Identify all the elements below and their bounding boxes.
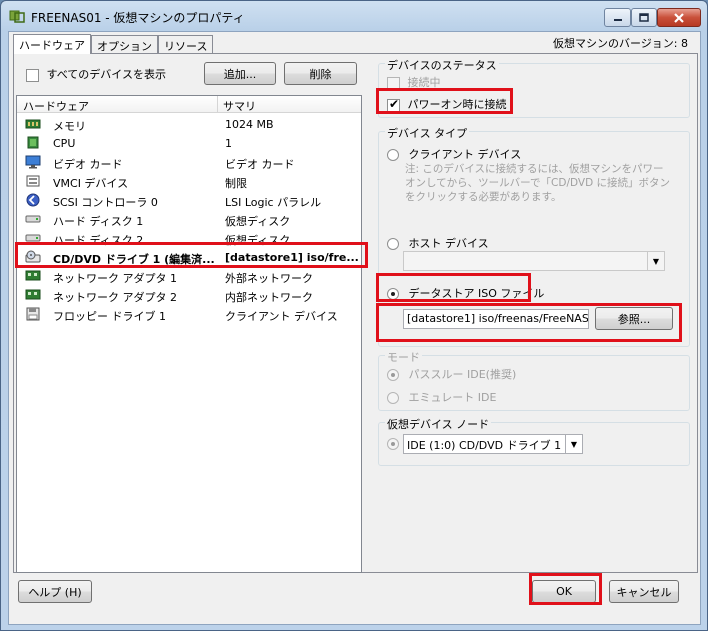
tab-resources[interactable]: リソース <box>158 35 214 54</box>
hardware-summary: 1 <box>225 137 232 150</box>
mode-group: モード パススルー IDE(推奨) エミュレート IDE <box>378 349 690 411</box>
hardware-name: ハード ディスク 1 <box>53 215 144 228</box>
hardware-name: ビデオ カード <box>53 158 123 171</box>
highlight-ok-button <box>529 573 602 605</box>
host-device-label: ホスト デバイス <box>408 237 489 250</box>
client-device-radio-button[interactable] <box>387 149 399 161</box>
host-device-radio-button[interactable] <box>387 238 399 250</box>
show-all-checkbox-box[interactable] <box>26 68 39 82</box>
dropdown-arrow-icon: ▼ <box>565 435 582 453</box>
tab-options[interactable]: オプション <box>91 35 158 54</box>
hardware-row-network-adapter-1[interactable]: ネットワーク アダプタ 1 外部ネットワーク <box>17 267 361 286</box>
hardware-name: メモリ <box>53 120 86 133</box>
virtual-device-node-radio <box>387 438 399 450</box>
hardware-list[interactable]: ハードウェア サマリ メモリ 1024 MB CPU 1 ビデオ カード ビデオ… <box>16 95 362 573</box>
memory-icon <box>25 119 41 129</box>
virtual-device-node-group: 仮想デバイス ノード IDE (1:0) CD/DVD ドライブ 1 ▼ <box>378 416 690 466</box>
emulate-ide-radio-button[interactable] <box>387 392 399 404</box>
hardware-row-cpu[interactable]: CPU 1 <box>17 134 361 153</box>
tab-hardware[interactable]: ハードウェア <box>13 34 91 54</box>
hardware-row-hard-disk-1[interactable]: ハード ディスク 1 仮想ディスク <box>17 210 361 229</box>
highlight-datastore-iso <box>376 273 531 302</box>
passthrough-ide-label: パススルー IDE(推奨) <box>408 368 517 381</box>
hardware-row-memory[interactable]: メモリ 1024 MB <box>17 115 361 134</box>
hardware-name: CPU <box>53 137 76 150</box>
remove-device-button[interactable]: 削除 <box>284 62 357 85</box>
mode-title: モード <box>385 349 422 365</box>
highlight-selected-row <box>15 242 368 268</box>
passthrough-ide-radio-button[interactable] <box>387 369 399 381</box>
hardware-name: ネットワーク アダプタ 2 <box>53 291 177 304</box>
maximize-icon <box>639 12 649 22</box>
virtual-device-node-dropdown[interactable]: IDE (1:0) CD/DVD ドライブ 1 ▼ <box>403 434 583 454</box>
help-button[interactable]: ヘルプ (H) <box>18 580 92 603</box>
add-device-button[interactable]: 追加... <box>204 62 276 85</box>
hardware-name: VMCI デバイス <box>53 177 129 190</box>
show-all-devices-checkbox[interactable]: すべてのデバイスを表示 <box>26 66 166 82</box>
window-title: FREENAS01 - 仮想マシンのプロパティ <box>31 11 245 25</box>
hardware-row-network-adapter-2[interactable]: ネットワーク アダプタ 2 内部ネットワーク <box>17 286 361 305</box>
client-device-radio[interactable]: クライアント デバイス <box>387 146 521 162</box>
hardware-summary: 制限 <box>225 177 247 190</box>
cpu-icon <box>27 136 39 149</box>
host-device-dropdown[interactable]: ▼ <box>403 251 665 271</box>
vsphere-app-icon <box>9 10 25 23</box>
dialog-client-area: ハードウェア オプション リソース 仮想マシンのバージョン: 8 すべてのデバイ… <box>8 31 701 625</box>
cancel-button[interactable]: キャンセル <box>609 580 679 603</box>
floppy-icon <box>26 307 40 321</box>
maximize-button[interactable] <box>631 8 657 27</box>
client-device-note: 注: このデバイスに接続するには、仮想マシンをパワーオンしてから、ツールバーで「… <box>405 163 671 203</box>
hard-disk-icon <box>25 215 41 223</box>
hardware-row-video-card[interactable]: ビデオ カード ビデオ カード <box>17 153 361 172</box>
hardware-tab-page: すべてのデバイスを表示 追加... 削除 ハードウェア サマリ メモリ 1024… <box>13 53 698 573</box>
minimize-icon <box>613 18 622 21</box>
emulate-ide-label: エミュレート IDE <box>408 391 497 404</box>
hardware-name: フロッピー ドライブ 1 <box>53 310 166 323</box>
hardware-summary: LSI Logic パラレル <box>225 196 322 209</box>
network-adapter-icon <box>25 270 41 281</box>
show-all-devices-label: すべてのデバイスを表示 <box>46 68 166 81</box>
emulate-ide-radio[interactable]: エミュレート IDE <box>387 389 496 405</box>
hardware-summary: 外部ネットワーク <box>225 272 313 285</box>
hardware-name: ネットワーク アダプタ 1 <box>53 272 177 285</box>
properties-window: FREENAS01 - 仮想マシンのプロパティ ハードウェア オプション リソー… <box>0 0 708 631</box>
close-icon <box>674 12 684 23</box>
hardware-summary: 仮想ディスク <box>225 215 291 228</box>
column-separator <box>217 96 218 113</box>
column-header-hardware[interactable]: ハードウェア <box>23 98 89 114</box>
tab-strip: ハードウェア オプション リソース <box>13 34 214 54</box>
hardware-summary: 1024 MB <box>225 118 274 131</box>
vm-version-label: 仮想マシンのバージョン: 8 <box>553 37 688 50</box>
virtual-device-node-title: 仮想デバイス ノード <box>385 416 492 432</box>
hardware-list-header: ハードウェア サマリ <box>17 96 361 113</box>
hardware-name: SCSI コントローラ 0 <box>53 196 158 209</box>
hardware-summary: クライアント デバイス <box>225 310 338 323</box>
title-bar: FREENAS01 - 仮想マシンのプロパティ <box>1 1 707 31</box>
hardware-row-floppy[interactable]: フロッピー ドライブ 1 クライアント デバイス <box>17 305 361 324</box>
network-adapter-icon <box>25 289 41 300</box>
host-device-radio[interactable]: ホスト デバイス <box>387 235 489 251</box>
dropdown-arrow-icon: ▼ <box>647 252 664 270</box>
passthrough-ide-radio[interactable]: パススルー IDE(推奨) <box>387 366 516 382</box>
device-type-title: デバイス タイプ <box>385 125 470 141</box>
scsi-controller-icon <box>26 193 40 207</box>
virtual-device-node-value: IDE (1:0) CD/DVD ドライブ 1 <box>407 439 562 452</box>
vmci-icon <box>26 175 40 187</box>
column-header-summary[interactable]: サマリ <box>223 98 256 114</box>
highlight-iso-path <box>376 303 682 342</box>
minimize-button[interactable] <box>604 8 631 27</box>
hardware-row-scsi-controller[interactable]: SCSI コントローラ 0 LSI Logic パラレル <box>17 191 361 210</box>
client-device-label: クライアント デバイス <box>408 148 522 161</box>
video-card-icon <box>25 155 41 169</box>
hardware-row-vmci[interactable]: VMCI デバイス 制限 <box>17 172 361 191</box>
highlight-connect-at-power-on <box>376 88 513 114</box>
hardware-summary: ビデオ カード <box>225 158 295 171</box>
hardware-summary: 内部ネットワーク <box>225 291 313 304</box>
device-status-title: デバイスのステータス <box>385 57 499 73</box>
close-button[interactable] <box>657 8 701 27</box>
